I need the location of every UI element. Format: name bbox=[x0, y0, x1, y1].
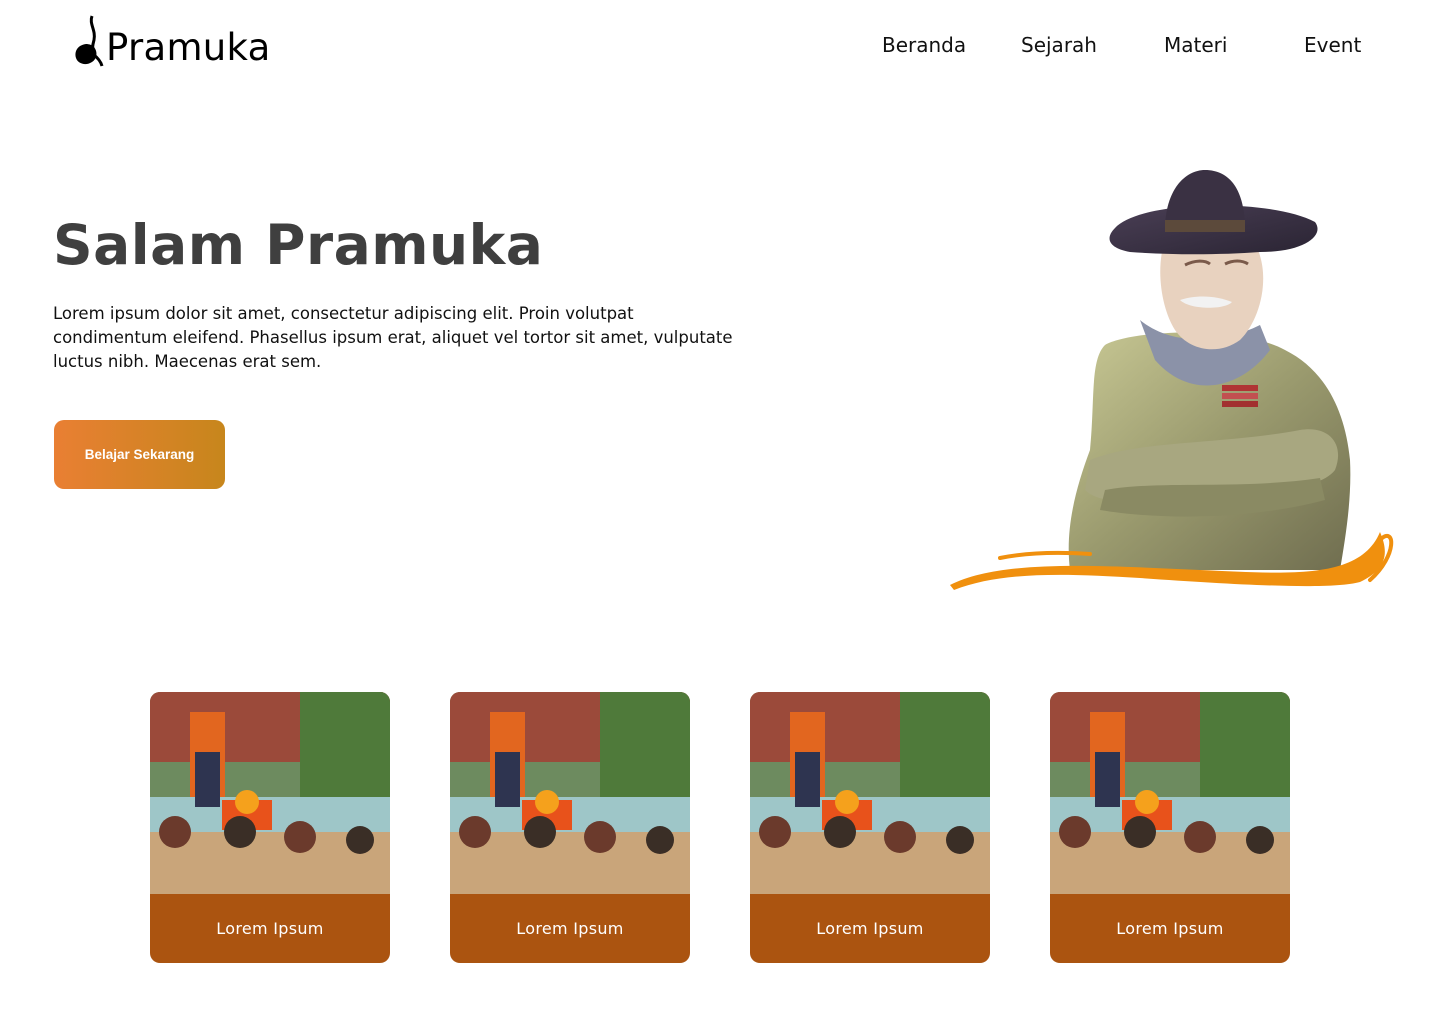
activity-card[interactable]: Lorem Ipsum bbox=[750, 692, 990, 963]
card-label: Lorem Ipsum bbox=[216, 919, 324, 938]
activity-card[interactable]: Lorem Ipsum bbox=[150, 692, 390, 963]
belajar-sekarang-button[interactable]: Belajar Sekarang bbox=[54, 420, 225, 489]
nav-item-event[interactable]: Event bbox=[1304, 30, 1361, 60]
scout-activity-photo bbox=[1050, 692, 1290, 894]
card-list: Lorem Ipsum Lorem Ipsum Lorem Ipsum Lore… bbox=[150, 692, 1290, 963]
card-label: Lorem Ipsum bbox=[516, 919, 624, 938]
activity-card[interactable]: Lorem Ipsum bbox=[450, 692, 690, 963]
scout-activity-photo bbox=[150, 692, 390, 894]
hero-title: Salam Pramuka bbox=[53, 213, 544, 277]
card-label: Lorem Ipsum bbox=[816, 919, 924, 938]
scout-activity-photo bbox=[750, 692, 990, 894]
hero-description: Lorem ipsum dolor sit amet, consectetur … bbox=[53, 304, 733, 371]
scout-founder-portrait bbox=[950, 170, 1394, 590]
nav-item-sejarah[interactable]: Sejarah bbox=[1021, 30, 1097, 60]
nav-item-materi[interactable]: Materi bbox=[1164, 30, 1227, 60]
card-label: Lorem Ipsum bbox=[1116, 919, 1224, 938]
nav-item-beranda[interactable]: Beranda bbox=[882, 30, 966, 60]
main-nav: Beranda Sejarah Materi Event bbox=[0, 30, 1440, 60]
activity-card[interactable]: Lorem Ipsum bbox=[1050, 692, 1290, 963]
scout-activity-photo bbox=[450, 692, 690, 894]
